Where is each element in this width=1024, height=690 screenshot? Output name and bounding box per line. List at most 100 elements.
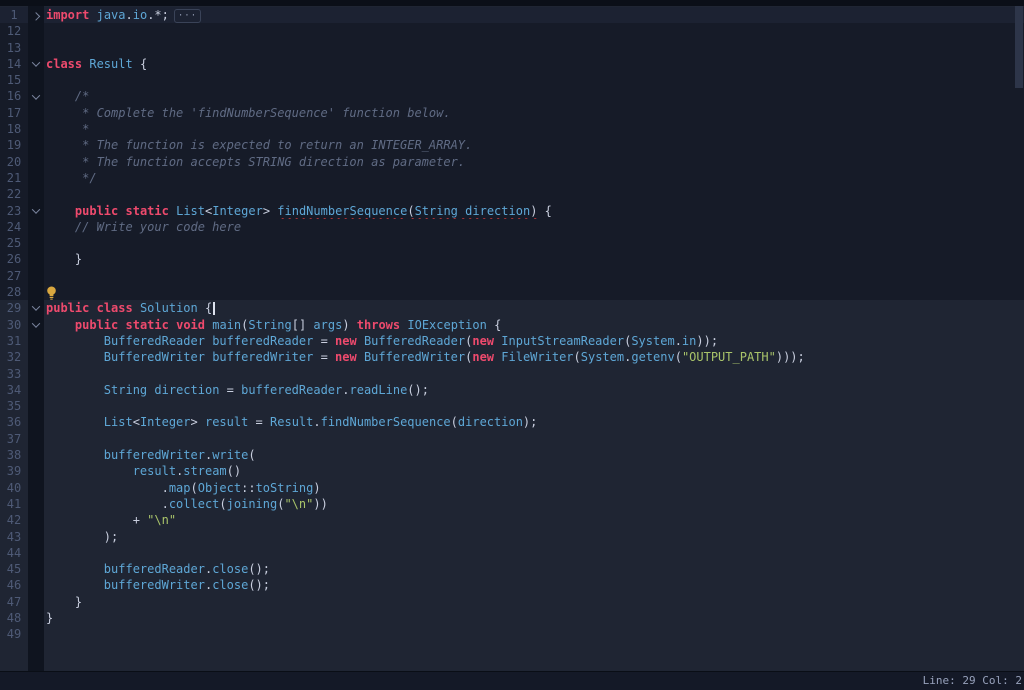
code-line-35[interactable]: 35 xyxy=(0,398,1024,415)
code-text[interactable]: bufferedWriter.close(); xyxy=(44,577,1024,594)
folded-code-badge[interactable]: ··· xyxy=(173,8,202,23)
code-text[interactable]: ); xyxy=(44,528,1024,545)
line-number[interactable]: 32 xyxy=(0,349,28,366)
code-text[interactable]: * The function is expected to return an … xyxy=(44,137,1024,154)
code-line-23[interactable]: 23 public static List<Integer> findNumbe… xyxy=(0,202,1024,219)
line-number[interactable]: 22 xyxy=(0,186,28,203)
code-text[interactable]: } xyxy=(44,593,1024,610)
code-line-47[interactable]: 47 } xyxy=(0,593,1024,610)
line-number[interactable]: 30 xyxy=(0,316,28,333)
code-line-48[interactable]: 48} xyxy=(0,609,1024,627)
code-line-1[interactable]: 1 import java.io.*; ··· xyxy=(0,7,1024,24)
code-line-33[interactable]: 33 xyxy=(0,365,1024,382)
lightbulb-icon[interactable] xyxy=(46,286,57,300)
line-number[interactable]: 21 xyxy=(0,169,28,187)
line-number[interactable]: 27 xyxy=(0,267,28,285)
code-line-31[interactable]: 31 BufferedReader bufferedReader = new B… xyxy=(0,332,1024,350)
line-number[interactable]: 17 xyxy=(0,104,28,122)
code-text[interactable] xyxy=(44,72,1024,89)
line-number[interactable]: 13 xyxy=(0,39,28,56)
code-line-43[interactable]: 43 ); xyxy=(0,528,1024,545)
code-text[interactable] xyxy=(44,398,1024,415)
chevron-down-icon[interactable] xyxy=(31,319,41,328)
line-number[interactable]: 16 xyxy=(0,88,28,105)
code-text[interactable] xyxy=(44,284,1024,301)
code-text[interactable]: } xyxy=(44,251,1024,268)
code-text[interactable]: BufferedWriter bufferedWriter = new Buff… xyxy=(44,349,1024,366)
code-line-40[interactable]: 40 .map(Object::toString) xyxy=(0,479,1024,496)
code-line-28[interactable]: 28 xyxy=(0,284,1024,301)
code-text[interactable]: BufferedReader bufferedReader = new Buff… xyxy=(44,332,1024,350)
line-number[interactable]: 49 xyxy=(0,626,28,643)
line-number[interactable]: 45 xyxy=(0,561,28,578)
line-number[interactable]: 46 xyxy=(0,577,28,594)
line-number[interactable]: 29 xyxy=(0,300,28,317)
line-number[interactable]: 40 xyxy=(0,479,28,496)
line-number[interactable]: 34 xyxy=(0,381,28,399)
code-text[interactable]: .collect(joining("\n")) xyxy=(44,495,1024,513)
code-text[interactable] xyxy=(44,267,1024,285)
line-number[interactable]: 38 xyxy=(0,447,28,464)
chevron-down-icon[interactable] xyxy=(31,205,41,214)
code-line-19[interactable]: 19 * The function is expected to return … xyxy=(0,137,1024,154)
code-text[interactable]: result.stream() xyxy=(44,463,1024,480)
code-text[interactable]: bufferedWriter.write( xyxy=(44,447,1024,464)
code-line-49[interactable]: 49 xyxy=(0,626,1024,643)
code-text[interactable]: * xyxy=(44,121,1024,138)
line-number[interactable]: 42 xyxy=(0,512,28,529)
code-line-38[interactable]: 38 bufferedWriter.write( xyxy=(0,447,1024,464)
code-text[interactable] xyxy=(44,39,1024,56)
code-line-41[interactable]: 41 .collect(joining("\n")) xyxy=(0,495,1024,513)
code-line-32[interactable]: 32 BufferedWriter bufferedWriter = new B… xyxy=(0,349,1024,366)
code-text[interactable]: String direction = bufferedReader.readLi… xyxy=(44,381,1024,399)
line-number[interactable]: 36 xyxy=(0,414,28,431)
code-text[interactable] xyxy=(44,186,1024,203)
code-text[interactable]: // Write your code here xyxy=(44,218,1024,236)
code-line-36[interactable]: 36 List<Integer> result = Result.findNum… xyxy=(0,414,1024,431)
code-text[interactable] xyxy=(44,365,1024,382)
code-text[interactable]: * Complete the 'findNumberSequence' func… xyxy=(44,104,1024,122)
vertical-scrollbar[interactable] xyxy=(1014,6,1024,671)
code-line-44[interactable]: 44 xyxy=(0,544,1024,562)
chevron-down-icon[interactable] xyxy=(31,302,41,312)
code-line-46[interactable]: 46 bufferedWriter.close(); xyxy=(0,577,1024,594)
code-text[interactable]: public static List<Integer> findNumberSe… xyxy=(44,202,1024,219)
line-number[interactable]: 37 xyxy=(0,430,28,448)
line-number[interactable]: 44 xyxy=(0,544,28,562)
line-number[interactable]: 35 xyxy=(0,398,28,415)
line-number[interactable]: 31 xyxy=(0,332,28,350)
code-line-24[interactable]: 24 // Write your code here xyxy=(0,218,1024,236)
code-line-25[interactable]: 25 xyxy=(0,235,1024,252)
code-line-45[interactable]: 45 bufferedReader.close(); xyxy=(0,561,1024,578)
code-text[interactable]: import java.io.*; ··· xyxy=(44,7,1024,24)
line-number[interactable]: 23 xyxy=(0,202,28,219)
code-text[interactable] xyxy=(44,544,1024,562)
code-text[interactable]: + "\n" xyxy=(44,512,1024,529)
line-number[interactable]: 28 xyxy=(0,284,28,301)
line-number[interactable]: 24 xyxy=(0,218,28,236)
line-number[interactable]: 48 xyxy=(0,609,28,627)
code-line-15[interactable]: 15 xyxy=(0,72,1024,89)
code-line-42[interactable]: 42 + "\n" xyxy=(0,512,1024,529)
code-text[interactable]: List<Integer> result = Result.findNumber… xyxy=(44,414,1024,431)
line-number[interactable]: 39 xyxy=(0,463,28,480)
code-text[interactable]: .map(Object::toString) xyxy=(44,479,1024,496)
line-number[interactable]: 12 xyxy=(0,23,28,40)
code-line-20[interactable]: 20 * The function accepts STRING directi… xyxy=(0,153,1024,170)
code-text[interactable] xyxy=(44,626,1024,643)
code-line-12[interactable]: 12 xyxy=(0,23,1024,40)
code-text[interactable] xyxy=(44,235,1024,252)
code-line-27[interactable]: 27 xyxy=(0,267,1024,285)
chevron-down-icon[interactable] xyxy=(31,90,41,100)
code-line-13[interactable]: 13 xyxy=(0,39,1024,56)
code-line-14[interactable]: 14 class Result { xyxy=(0,55,1024,73)
code-line-29[interactable]: 29 public class Solution { xyxy=(0,300,1024,317)
line-number[interactable]: 25 xyxy=(0,235,28,252)
line-number[interactable]: 18 xyxy=(0,121,28,138)
chevron-right-icon[interactable] xyxy=(31,12,41,21)
editor-pane[interactable]: 1 import java.io.*; ··· 12 13 14 class Result … xyxy=(0,0,1024,671)
code-text[interactable]: class Result { xyxy=(44,55,1024,73)
line-number[interactable]: 26 xyxy=(0,251,28,268)
code-line-34[interactable]: 34 String direction = bufferedReader.rea… xyxy=(0,381,1024,399)
line-number[interactable]: 33 xyxy=(0,365,28,382)
